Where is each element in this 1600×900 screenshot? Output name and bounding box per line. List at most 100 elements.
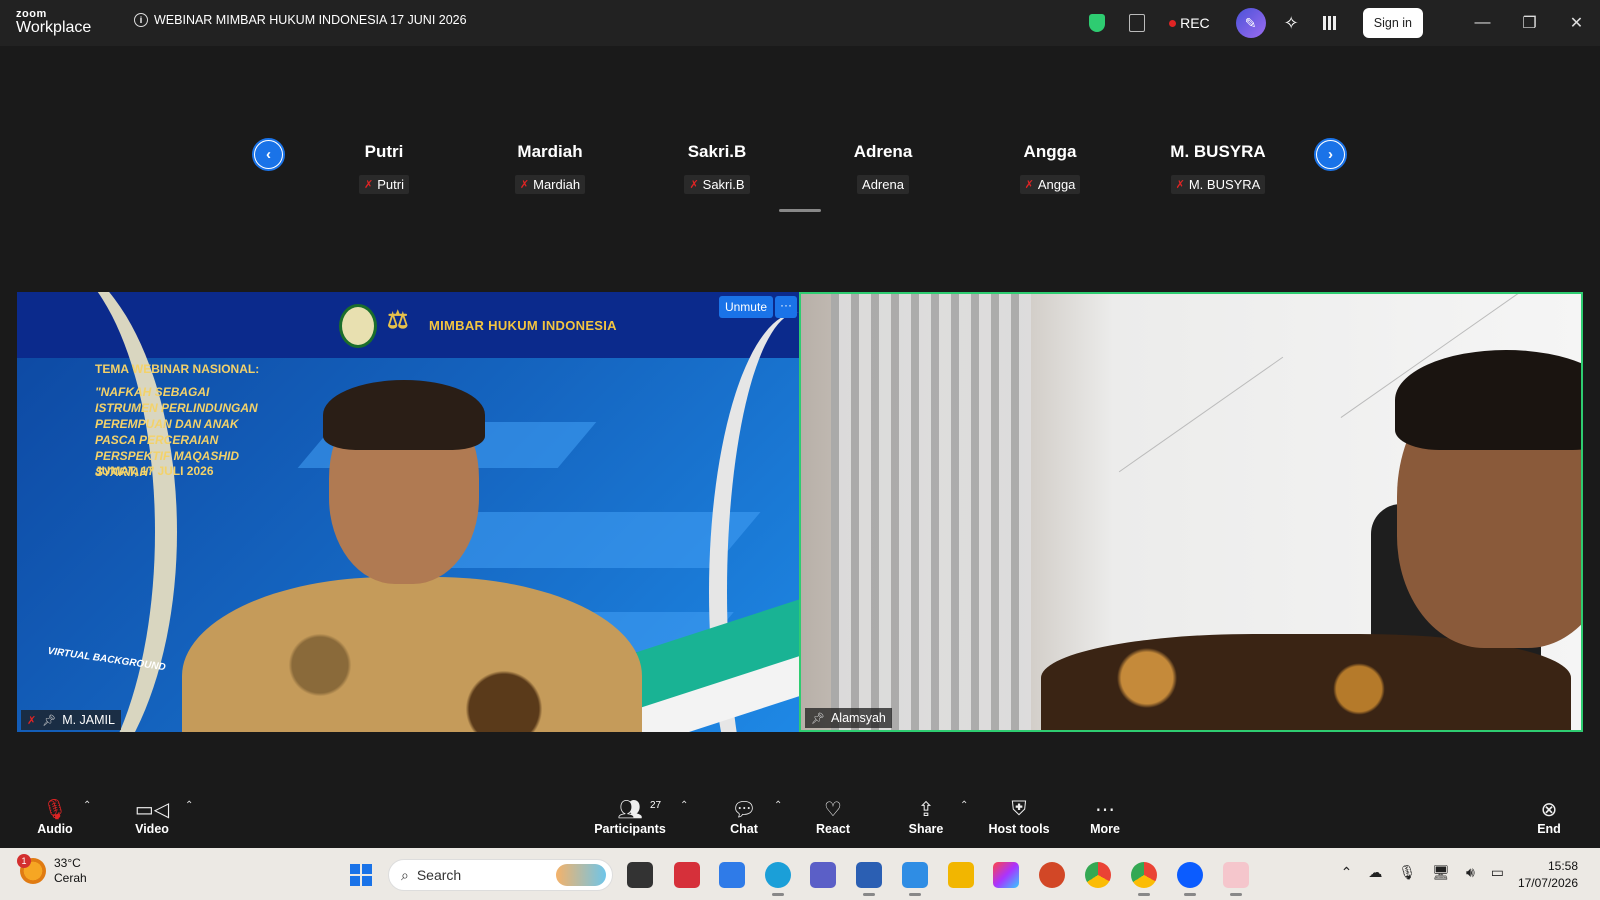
snipping-tool-icon[interactable]: [1223, 862, 1249, 896]
page-indicator: [779, 209, 821, 212]
zoom-icon[interactable]: [1177, 862, 1203, 896]
restore-icon[interactable]: ❐: [1506, 13, 1553, 33]
apps-icon[interactable]: [1322, 16, 1337, 30]
security-shield-icon[interactable]: [1089, 14, 1106, 32]
rec-label: REC: [1180, 15, 1210, 31]
end-button[interactable]: ⊗ End: [1531, 796, 1567, 837]
participant-name: Mardiah: [517, 142, 583, 161]
meeting-info[interactable]: i WEBINAR MIMBAR HUKUM INDONESIA 17 JUNI…: [134, 13, 467, 27]
participant-tile[interactable]: Sakri.B ✗ Sakri.B: [642, 142, 792, 194]
host-tools-label: Host tools: [988, 822, 1050, 836]
copilot-icon[interactable]: [993, 862, 1019, 888]
share-button[interactable]: ⇪ Share: [905, 796, 947, 837]
edge-icon[interactable]: [765, 862, 791, 896]
word-icon[interactable]: [856, 862, 882, 896]
notepad-icon[interactable]: [902, 862, 928, 896]
host-tools-button[interactable]: ⛨ Host tools: [987, 796, 1051, 837]
participant-tile[interactable]: Mardiah ✗ Mardiah: [475, 142, 625, 194]
network-icon[interactable]: 🖥︎: [1432, 864, 1450, 881]
sparkle-icon[interactable]: ✧: [1284, 13, 1299, 34]
marble-vein: [1118, 356, 1284, 473]
video-button[interactable]: ▭◁ Video: [130, 796, 174, 837]
taskbar-search[interactable]: ⌕ Search: [388, 859, 613, 891]
system-tray: ⌃ ☁ 🎙︎ 🖥︎ 🔊︎ ▭: [1341, 864, 1504, 881]
more-button[interactable]: ⋯ More: [1087, 796, 1123, 837]
minimize-icon[interactable]: —: [1459, 14, 1506, 32]
chrome-profile-icon[interactable]: [1131, 862, 1157, 896]
chevron-up-icon[interactable]: ⌃: [1341, 864, 1353, 881]
mic-muted-icon: ✗: [689, 179, 699, 191]
speaker-hair: [1395, 350, 1581, 450]
react-label: React: [815, 822, 851, 836]
participant-tile[interactable]: Putri ✗ Putri: [309, 142, 459, 194]
windows-start-icon[interactable]: [350, 864, 372, 886]
chat-options-chevron-icon[interactable]: ⌃: [774, 800, 782, 811]
zoom-logo: zoom Workplace: [16, 9, 91, 36]
prev-page-button[interactable]: ‹: [252, 138, 285, 171]
host-shield-icon: ⛨: [1011, 797, 1027, 820]
participant-tag-label: Angga: [1037, 177, 1076, 192]
share-screen-icon: ⇪: [917, 798, 935, 821]
participant-tag: Adrena: [857, 175, 909, 194]
weather-desc: Cerah: [54, 871, 87, 885]
battery-icon[interactable]: ▭: [1491, 864, 1504, 881]
participants-label: Participants: [594, 822, 666, 836]
curtain: [831, 294, 1031, 730]
next-page-button[interactable]: ›: [1314, 138, 1347, 171]
participants-button[interactable]: 👥︎ 27 Participants: [593, 796, 667, 837]
chevron-left-icon: ‹: [255, 141, 282, 168]
participant-name: M. BUSYRA: [1170, 142, 1266, 161]
todo-icon[interactable]: [719, 862, 745, 888]
share-label: Share: [908, 822, 944, 836]
participant-tile[interactable]: Angga ✗ Angga: [975, 142, 1125, 194]
video-options-chevron-icon[interactable]: ⌃: [185, 800, 193, 811]
unmute-button[interactable]: Unmute: [718, 296, 773, 318]
taskbar-clock[interactable]: 15:58 17/07/2026: [1518, 858, 1578, 892]
close-icon[interactable]: ✕: [1553, 13, 1600, 33]
participant-tag: ✗ Angga: [1019, 175, 1081, 194]
clock-date: 17/07/2026: [1517, 876, 1578, 890]
participant-name: Sakri.B: [687, 142, 747, 161]
video-tile-m-jamil[interactable]: ⚖ MIMBAR HUKUM INDONESIA TEMA WEBINAR NA…: [17, 292, 799, 732]
chat-button[interactable]: 💬︎ Chat: [726, 796, 762, 837]
webinar-date: JUMAT, 17 JULI 2026: [95, 464, 214, 478]
ai-companion-icon[interactable]: ✎: [1235, 8, 1266, 38]
audio-button[interactable]: 🎙︎ Audio: [35, 796, 75, 837]
react-button[interactable]: ♡ React: [813, 796, 853, 837]
end-call-icon: ⊗: [1540, 798, 1558, 821]
pin-icon: 📌︎: [811, 712, 825, 725]
webinar-label: TEMA WEBINAR NASIONAL:: [95, 362, 260, 376]
task-view-icon[interactable]: [627, 862, 653, 888]
participant-tag-label: Sakri.B: [702, 177, 745, 192]
participant-tag: ✗ Sakri.B: [684, 175, 750, 194]
audio-options-chevron-icon[interactable]: ⌃: [83, 800, 91, 811]
video-tile-alamsyah[interactable]: 📌︎ Alamsyah: [799, 292, 1583, 732]
weather-widget[interactable]: 1 33°C Cerah: [17, 854, 87, 886]
file-explorer-icon[interactable]: [948, 862, 974, 888]
video-name-tag: ✗ 📌︎ M. JAMIL: [21, 710, 121, 730]
participant-tile[interactable]: M. BUSYRA ✗ M. BUSYRA: [1143, 142, 1293, 194]
chat-icon: 💬︎: [731, 798, 757, 821]
clock-time: 15:58: [1547, 859, 1578, 873]
sign-in-button[interactable]: Sign in: [1362, 8, 1423, 38]
onedrive-icon[interactable]: ☁: [1368, 864, 1382, 881]
notes-icon[interactable]: [1129, 14, 1146, 32]
participant-tile[interactable]: Adrena Adrena: [808, 142, 958, 194]
participant-strip: ‹ Putri ✗ Putri Mardiah ✗ Mardiah Sakri.B …: [0, 46, 1600, 286]
scales-logo-icon: ⚖: [387, 307, 409, 334]
sun-icon: 1: [17, 854, 46, 884]
share-options-chevron-icon[interactable]: ⌃: [960, 800, 968, 811]
volume-icon[interactable]: 🔊︎: [1466, 864, 1475, 881]
teams-icon[interactable]: [810, 862, 836, 888]
mcafee-icon[interactable]: [674, 862, 700, 888]
chrome-icon[interactable]: [1085, 862, 1111, 888]
participants-options-chevron-icon[interactable]: ⌃: [680, 800, 688, 811]
recording-indicator[interactable]: REC: [1169, 15, 1210, 31]
participant-tag: ✗ Putri: [359, 175, 409, 194]
microphone-icon[interactable]: 🎙︎: [1398, 864, 1416, 881]
more-options-button[interactable]: ···: [775, 296, 797, 318]
info-icon[interactable]: i: [134, 13, 148, 27]
powerpoint-icon[interactable]: [1039, 862, 1065, 888]
video-name: Alamsyah: [830, 711, 886, 725]
video-name-tag: 📌︎ Alamsyah: [805, 708, 892, 728]
